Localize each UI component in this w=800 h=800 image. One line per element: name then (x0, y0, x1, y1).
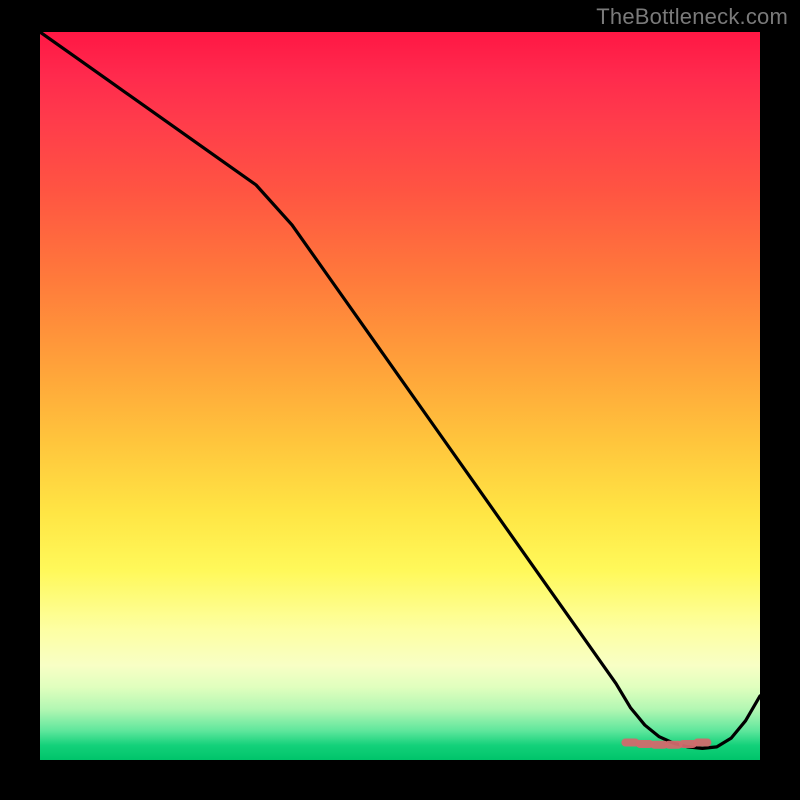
plot-svg (40, 32, 760, 760)
plot-area (40, 32, 760, 760)
attribution-text: TheBottleneck.com (596, 4, 788, 30)
bottleneck-curve (40, 32, 760, 748)
trough-marker (693, 739, 711, 747)
chart-frame: TheBottleneck.com (0, 0, 800, 800)
